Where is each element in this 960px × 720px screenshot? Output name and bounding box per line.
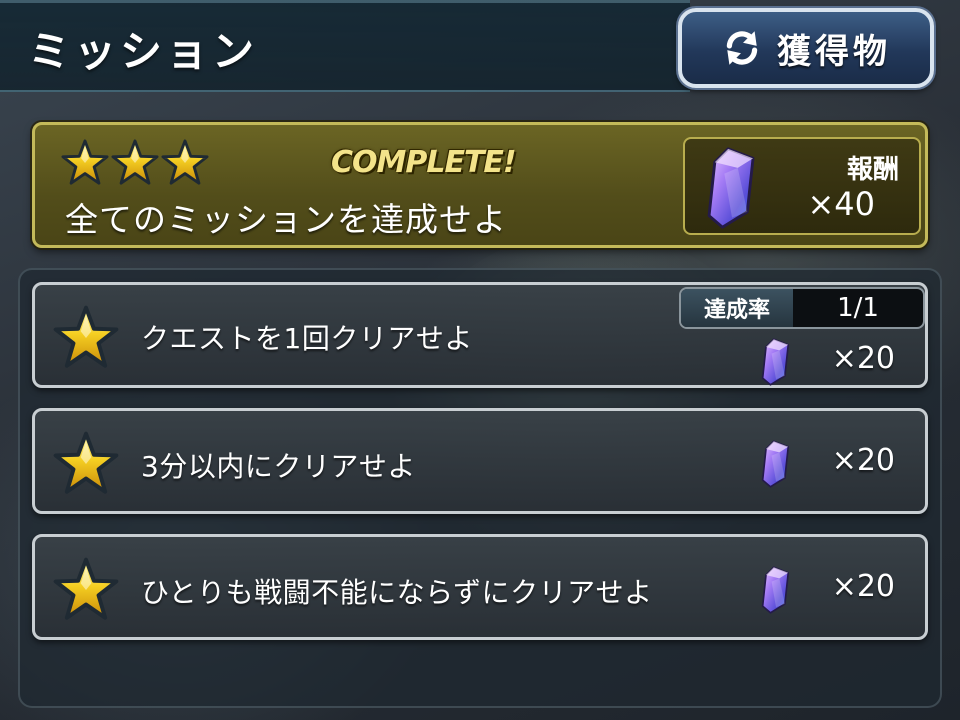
three-star-rating <box>61 139 209 187</box>
purple-crystal-icon <box>759 439 793 489</box>
loot-button-label: 獲得物 <box>777 31 891 72</box>
reward-box: 報酬 ×40 <box>683 137 921 235</box>
purple-crystal-icon <box>759 565 793 615</box>
mission-text: ひとりも戦闘不能にならずにクリアせよ <box>141 576 653 609</box>
mission-text: クエストを1回クリアせよ <box>141 322 473 355</box>
complete-label: COMPLETE! <box>331 145 517 180</box>
mission-row: クエストを1回クリアせよ 達成率 1/1 ×20 <box>32 282 928 388</box>
star-icon <box>61 139 109 187</box>
reward-label: 報酬 <box>846 155 899 185</box>
mission-reward-amount: ×20 <box>831 341 895 376</box>
mission-text: 3分以内にクリアせよ <box>141 450 416 483</box>
page-title: ミッション <box>28 27 259 76</box>
refresh-icon <box>726 31 758 65</box>
progress-value: 1/1 <box>837 293 879 323</box>
star-icon <box>53 557 119 623</box>
progress-badge: 達成率 1/1 <box>679 287 925 329</box>
mission-reward-amount: ×20 <box>831 443 895 478</box>
mission-row: 3分以内にクリアせよ ×20 <box>32 408 928 514</box>
star-icon <box>53 305 119 371</box>
star-icon <box>161 139 209 187</box>
purple-crystal-icon <box>759 337 793 387</box>
complete-mission-panel: COMPLETE! 全てのミッションを達成せよ 報酬 ×40 <box>32 122 928 248</box>
loot-button[interactable]: 獲得物 <box>678 8 934 88</box>
mission-row: ひとりも戦闘不能にならずにクリアせよ ×20 <box>32 534 928 640</box>
progress-label: 達成率 <box>681 289 793 327</box>
all-missions-text: 全てのミッションを達成せよ <box>65 200 507 239</box>
star-icon <box>53 431 119 497</box>
mission-reward-amount: ×20 <box>831 569 895 604</box>
purple-crystal-icon <box>703 145 761 231</box>
header-bar: ミッション <box>0 0 690 92</box>
star-icon <box>111 139 159 187</box>
reward-amount: ×40 <box>807 185 875 223</box>
